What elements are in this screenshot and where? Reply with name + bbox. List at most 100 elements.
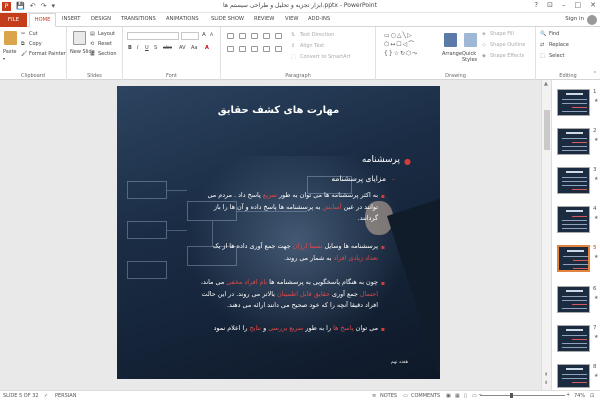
strikethrough-icon[interactable]: abc (163, 45, 172, 51)
shadow-icon[interactable]: S (154, 45, 157, 51)
reset-icon[interactable]: ⟲ (90, 41, 94, 47)
align-text-icon[interactable]: ⇕ (291, 43, 295, 49)
collapse-ribbon-icon[interactable]: ⌃ (593, 71, 597, 77)
font-size-box[interactable] (181, 32, 199, 40)
reading-view-icon[interactable]: ▯ (464, 393, 467, 399)
text-direction-button[interactable]: Text Direction (300, 32, 334, 38)
bullets-icon[interactable] (227, 33, 234, 39)
increase-indent-icon[interactable] (263, 33, 270, 39)
paste-icon[interactable] (4, 31, 17, 45)
font-name-box[interactable] (127, 32, 179, 40)
shape-outline-icon[interactable]: ◇ (482, 42, 486, 48)
find-icon[interactable]: 🔍 (540, 31, 546, 37)
bullet-2-line-2[interactable]: تعداد زیادی افراد به شمار می روند. (284, 253, 378, 265)
format-painter-icon[interactable]: 🖌 (21, 51, 27, 57)
bullet-1-line-1[interactable]: به اکثر پرسشنامه ها می توان به طور سریع … (207, 190, 378, 202)
minimize-button[interactable]: – (562, 1, 566, 9)
fit-slide-icon[interactable]: ⊡ (590, 393, 594, 399)
shrink-font-icon[interactable]: A (210, 33, 213, 38)
slide-thumbnail-selected[interactable] (557, 245, 590, 272)
zoom-in-icon[interactable]: + (566, 392, 570, 398)
previous-slide-icon[interactable]: ⇞ (544, 372, 548, 378)
slide-thumbnail[interactable] (557, 206, 590, 233)
replace-button[interactable]: Replace (549, 42, 569, 48)
slide-thumbnail[interactable] (557, 128, 590, 155)
format-painter-button[interactable]: Format Painter (29, 51, 66, 57)
tab-view[interactable]: VIEW (285, 16, 299, 22)
align-center-icon[interactable] (239, 46, 246, 52)
slide-thumbnail[interactable] (557, 167, 590, 194)
layout-button[interactable]: Layout (98, 31, 115, 37)
numbering-icon[interactable] (239, 33, 246, 39)
slide-level2-text[interactable]: مزایای پرسشنامه (331, 174, 386, 183)
tab-design[interactable]: DESIGN (91, 16, 111, 22)
tab-animations[interactable]: ANIMATIONS (166, 16, 199, 22)
bullet-1-line-2[interactable]: توانند در عین آسایش به پرسشنامه ها پاسخ … (214, 202, 378, 214)
quick-styles-button[interactable]: Quick Styles (462, 51, 482, 63)
find-button[interactable]: Find (549, 31, 559, 37)
layout-icon[interactable]: ▤ (90, 31, 95, 37)
current-slide[interactable]: مهارت های کشف حقایق ● پرسشنامه – مزایای … (117, 86, 440, 379)
bold-icon[interactable]: B (128, 45, 132, 51)
smartart-icon[interactable]: ⬚ (291, 54, 296, 60)
ribbon-display-icon[interactable]: ⊡ (547, 1, 553, 9)
slideshow-view-icon[interactable]: ▭ (472, 393, 477, 399)
bullet-1-line-3[interactable]: گردانند. (358, 213, 378, 225)
zoom-slider-knob[interactable] (510, 393, 513, 398)
slide-thumbnail[interactable] (557, 325, 590, 352)
bullet-3-line-3[interactable]: افراد دقیقا آنچه را که خود صحیح می دانند… (227, 300, 378, 312)
bullet-3-line-1[interactable]: چون به هنگام پاسخگویی به پرسشنامه ها نام… (201, 277, 378, 289)
text-direction-icon[interactable]: ⇅ (291, 32, 295, 38)
change-case-icon[interactable]: Aa (191, 45, 197, 51)
decrease-indent-icon[interactable] (251, 33, 258, 39)
slide-thumbnail[interactable] (557, 364, 590, 388)
convert-smartart-button[interactable]: Convert to SmartArt (300, 54, 351, 60)
tab-slide-show[interactable]: SLIDE SHOW (211, 16, 244, 22)
align-left-icon[interactable] (227, 46, 234, 52)
slide-sorter-icon[interactable]: ▦ (455, 393, 460, 399)
reset-button[interactable]: Reset (98, 41, 112, 47)
spellcheck-icon[interactable]: ✓ (44, 393, 48, 399)
notes-icon[interactable]: ≡ (372, 393, 376, 399)
slide-level1-text[interactable]: پرسشنامه (362, 155, 400, 165)
bullet-3-line-2[interactable]: احتمال جمع آوری حقایق قابل اطمینان بالات… (202, 289, 378, 301)
slide-thumbnail[interactable] (557, 286, 590, 313)
tab-insert[interactable]: INSERT (62, 16, 80, 22)
copy-icon[interactable]: ⧉ (21, 41, 25, 47)
maximize-button[interactable]: □ (575, 1, 582, 9)
align-right-icon[interactable] (251, 46, 258, 52)
notes-button[interactable]: NOTES (380, 393, 397, 399)
grow-font-icon[interactable]: A (202, 32, 206, 38)
slide-thumbnail[interactable] (557, 89, 590, 116)
shape-effects-button[interactable]: Shape Effects (490, 53, 524, 59)
section-icon[interactable]: ▦ (90, 51, 95, 57)
quick-styles-icon[interactable] (464, 33, 477, 47)
select-icon[interactable]: ⬚ (540, 53, 545, 59)
underline-icon[interactable]: U (145, 45, 149, 51)
select-button[interactable]: Select (549, 53, 564, 59)
shape-effects-icon[interactable]: ◆ (482, 53, 486, 59)
zoom-level[interactable]: 74% (574, 393, 585, 399)
scrollbar-thumb[interactable] (544, 110, 550, 150)
italic-icon[interactable]: I (137, 45, 138, 51)
help-button[interactable]: ? (534, 1, 538, 9)
tab-transitions[interactable]: TRANSITIONS (121, 16, 156, 22)
line-spacing-icon[interactable] (275, 33, 282, 39)
font-color-icon[interactable]: A (205, 45, 209, 51)
columns-icon[interactable] (275, 46, 282, 52)
shapes-gallery[interactable]: ▭○△╲▷ ⬠↔☐◁⌒ {}☆↻⬡⤳ (384, 31, 439, 61)
avatar[interactable] (587, 15, 597, 25)
comments-button[interactable]: COMMENTS (411, 393, 440, 399)
bullet-2-line-1[interactable]: پرسشنامه ها وسایل نسبتا ارزان جهت جمع آو… (213, 241, 378, 253)
arrange-icon[interactable] (444, 33, 457, 47)
normal-view-icon[interactable]: ▣ (446, 393, 451, 399)
shape-outline-button[interactable]: Shape Outline (490, 42, 525, 48)
sign-in-link[interactable]: Sign in (565, 16, 584, 22)
shape-fill-icon[interactable]: ◈ (482, 31, 486, 37)
tab-file[interactable]: FILE (0, 13, 27, 27)
arrange-button[interactable]: Arrange (442, 51, 462, 57)
new-slide-icon[interactable] (73, 31, 86, 45)
cut-button[interactable]: Cut (29, 31, 38, 37)
section-button[interactable]: Section (98, 51, 117, 57)
editor-scrollbar[interactable]: ▲ ⇞ ⇟ (541, 80, 551, 390)
